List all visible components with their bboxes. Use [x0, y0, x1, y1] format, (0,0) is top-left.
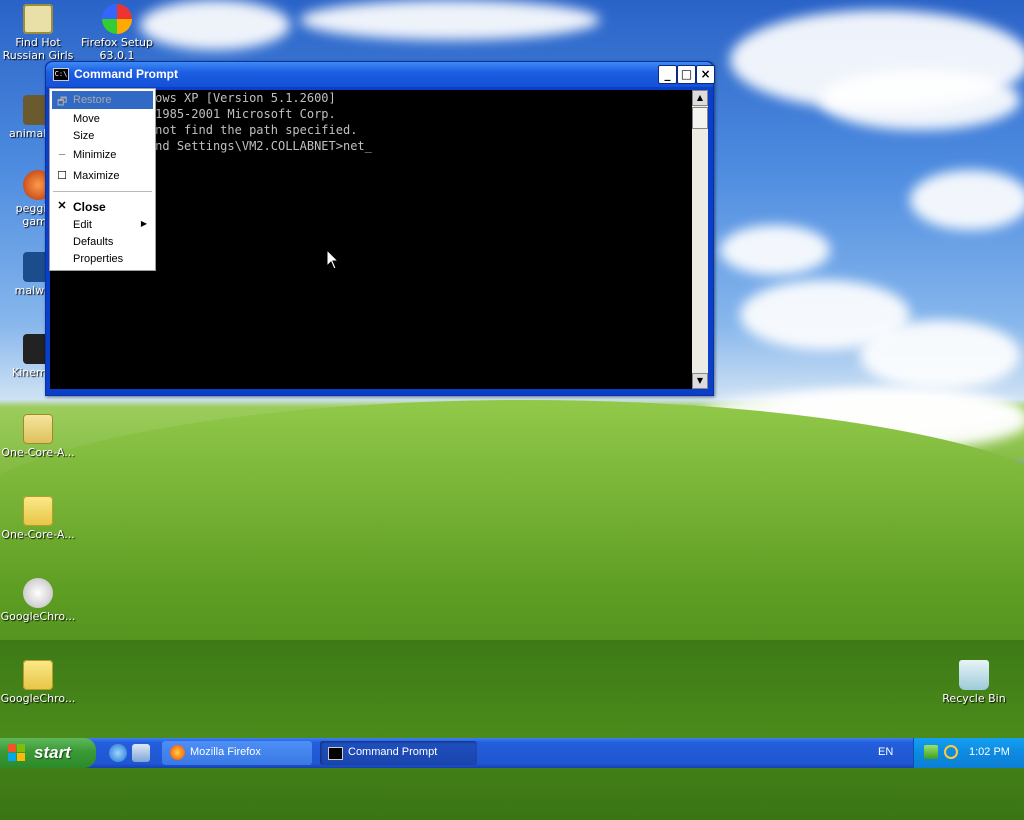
zip-folder-icon: [23, 414, 53, 444]
taskbar: start Mozilla Firefox Command Prompt EN …: [0, 738, 1024, 768]
folder-icon: [23, 660, 53, 690]
desktop-icon-recycle-bin[interactable]: Recycle Bin: [936, 660, 1012, 705]
desktop-icon-label: GoogleChro...: [0, 610, 76, 623]
menu-item-defaults[interactable]: Defaults: [52, 233, 153, 251]
console-icon: [328, 747, 343, 760]
recycle-bin-icon: [959, 660, 989, 690]
start-label: start: [34, 743, 71, 762]
desktop-icon-label: One-Core-A...: [1, 528, 75, 541]
system-tray: 1:02 PM: [913, 738, 1024, 768]
folder-icon: [23, 496, 53, 526]
taskbar-item-command-prompt[interactable]: Command Prompt: [320, 741, 477, 765]
menu-separator: [53, 191, 152, 192]
menu-item-label: Maximize: [73, 170, 120, 182]
menu-item-label: Minimize: [73, 149, 117, 161]
show-desktop-icon[interactable]: [132, 744, 150, 762]
network-icon[interactable]: [924, 745, 938, 759]
menu-item-label: Size: [73, 130, 95, 142]
windows-logo-icon: [8, 744, 26, 762]
desktop-icon-googlechrome-installer[interactable]: GoogleChro...: [0, 578, 76, 623]
taskbar-item-firefox[interactable]: Mozilla Firefox: [162, 741, 312, 765]
menu-item-close[interactable]: ✕ Close: [52, 197, 153, 215]
menu-item-size[interactable]: Size: [52, 127, 153, 145]
vertical-scrollbar[interactable]: ▲ ▼: [692, 90, 708, 389]
menu-item-edit[interactable]: Edit ▶: [52, 216, 153, 234]
desktop-icon-label: GoogleChro...: [0, 692, 76, 705]
start-button[interactable]: start: [0, 738, 96, 768]
scroll-down-arrow[interactable]: ▼: [692, 373, 708, 389]
desktop-icon-firefox-setup[interactable]: Firefox Setup 63.0.1: [79, 4, 155, 62]
minimize-icon: _: [58, 144, 66, 156]
desktop-icon-googlechrome-folder[interactable]: GoogleChro...: [0, 660, 76, 705]
installer-icon: [23, 578, 53, 608]
desktop-icon-label: Recycle Bin: [942, 692, 1006, 705]
window-title: Command Prompt: [74, 67, 179, 81]
menu-item-label: Edit: [73, 219, 92, 231]
menu-item-restore[interactable]: 🗗 Restore: [52, 91, 153, 109]
maximize-button[interactable]: □: [677, 65, 696, 84]
title-bar[interactable]: C:\ Command Prompt _ □ ×: [46, 62, 715, 87]
taskbar-item-label: Command Prompt: [348, 746, 438, 758]
menu-item-maximize[interactable]: ☐ Maximize: [52, 167, 153, 185]
desktop-icon-one-core-zip[interactable]: One-Core-A...: [0, 414, 76, 459]
menu-item-label: Restore: [73, 94, 112, 106]
desktop-icon-label: One-Core-A...: [1, 446, 75, 459]
firefox-icon: [170, 745, 185, 760]
maximize-icon: ☐: [57, 170, 67, 182]
mouse-pointer-icon: [326, 249, 340, 270]
scroll-thumb[interactable]: [692, 107, 708, 129]
clock[interactable]: 1:02 PM: [969, 746, 1010, 758]
shortcut-icon: [23, 4, 53, 34]
minimize-button[interactable]: _: [658, 65, 677, 84]
menu-item-label: Close: [73, 200, 106, 214]
menu-item-label: Defaults: [73, 236, 114, 248]
menu-item-label: Properties: [73, 253, 124, 265]
scroll-up-arrow[interactable]: ▲: [692, 90, 708, 106]
system-menu[interactable]: 🗗 Restore Move Size _ Minimize ☐ Maximiz…: [49, 88, 156, 271]
taskbar-item-label: Mozilla Firefox: [190, 746, 261, 758]
console-icon[interactable]: C:\: [53, 68, 69, 81]
installer-icon: [102, 4, 132, 34]
search-icon[interactable]: [944, 745, 958, 759]
close-button[interactable]: ×: [696, 65, 715, 84]
desktop-icon-label: Find Hot Russian Girls: [2, 36, 74, 62]
menu-item-minimize[interactable]: _ Minimize: [52, 144, 153, 164]
submenu-arrow-icon: ▶: [140, 219, 147, 228]
menu-item-label: Move: [73, 113, 100, 125]
menu-item-properties[interactable]: Properties: [52, 250, 153, 268]
menu-item-move[interactable]: Move: [52, 110, 153, 128]
desktop-icon-one-core-folder[interactable]: One-Core-A...: [0, 496, 76, 541]
language-indicator[interactable]: EN: [878, 746, 893, 758]
desktop-icon-find-hot-russian-girls[interactable]: Find Hot Russian Girls: [0, 4, 76, 62]
close-icon: ✕: [57, 200, 67, 212]
desktop-icon-label: Firefox Setup 63.0.1: [81, 36, 153, 62]
internet-explorer-icon[interactable]: [109, 744, 127, 762]
